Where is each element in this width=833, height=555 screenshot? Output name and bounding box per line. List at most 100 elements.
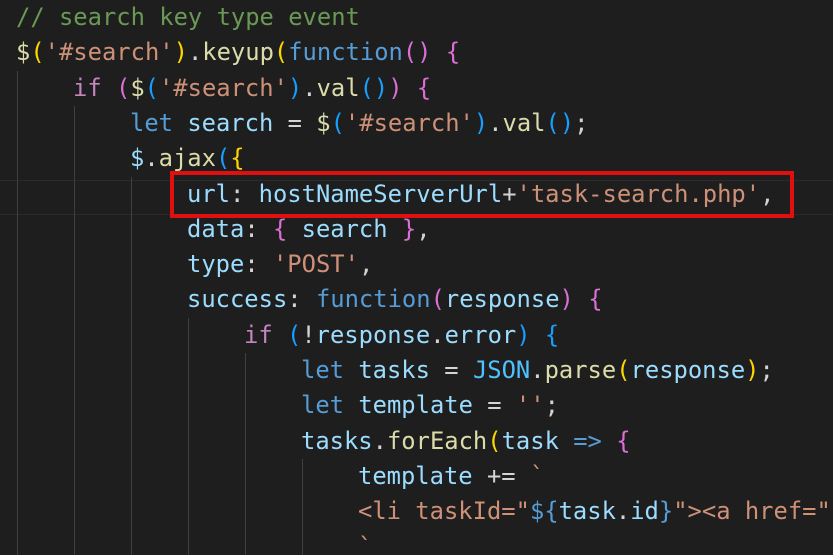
code-line: type: 'POST',	[187, 247, 373, 282]
code-token: (	[273, 38, 289, 67]
code-token: .	[530, 356, 545, 384]
code-token: =	[429, 356, 473, 384]
code-token: response	[444, 285, 560, 314]
code-token: +=	[472, 461, 530, 490]
code-token: .	[615, 497, 631, 526]
code-line: <li taskId="${task.id}"><a href="$	[358, 494, 833, 529]
code-token: =>	[573, 426, 602, 455]
code-token: "><a href="$	[673, 497, 833, 526]
code-token: .	[488, 108, 503, 137]
code-line: if (!response.error) {	[244, 318, 559, 353]
code-token: .	[372, 426, 387, 455]
code-line: $('#search').keyup(function() {	[16, 35, 460, 70]
indent-guide	[17, 71, 18, 555]
code-token: tasks	[358, 356, 430, 384]
code-token: <li taskId="	[358, 497, 530, 526]
code-token: (	[215, 144, 231, 173]
code-token: )	[516, 320, 531, 349]
code-token: )	[473, 108, 489, 137]
code-token: '#search'	[344, 108, 474, 137]
code-token: .	[430, 320, 445, 349]
code-token: val	[502, 108, 546, 137]
code-token: `	[358, 532, 373, 555]
code-token: $	[130, 73, 145, 102]
code-token: let	[301, 356, 344, 384]
code-token: (	[330, 108, 345, 137]
code-token: '#search'	[44, 38, 174, 67]
code-token: ,	[416, 214, 431, 243]
code-token: keyup	[202, 38, 274, 67]
code-token: type	[187, 250, 245, 279]
code-token: {	[416, 73, 432, 102]
indent-guide	[74, 106, 75, 555]
code-token: {	[272, 214, 288, 243]
code-editor[interactable]: // search key type event $('#search').ke…	[0, 0, 833, 555]
code-token: let	[130, 108, 173, 137]
code-line: let search = $('#search').val();	[130, 106, 589, 141]
code-token: (	[430, 285, 445, 314]
code-token: ()	[402, 38, 432, 67]
code-token: task	[501, 426, 559, 455]
code-token: {	[544, 320, 560, 349]
code-token: JSON	[472, 356, 531, 384]
code-token: .	[144, 144, 159, 173]
code-token: )	[173, 38, 188, 67]
code-token: ${	[529, 497, 559, 526]
code-token: ajax	[158, 144, 216, 173]
code-line: tasks.forEach(task => {	[301, 424, 631, 459]
code-token: :	[287, 285, 316, 314]
code-line: let template = '';	[301, 388, 559, 423]
code-token: =	[273, 108, 317, 137]
code-token: `	[529, 461, 545, 490]
code-token: response	[315, 320, 431, 349]
code-token: !	[301, 320, 316, 349]
code-token: ,	[358, 250, 374, 279]
code-token: ;	[544, 391, 559, 420]
code-token: }	[658, 497, 674, 526]
code-token: ()	[359, 73, 389, 102]
code-token: error	[444, 320, 517, 349]
code-token: (	[144, 73, 159, 102]
code-token: data	[187, 214, 245, 243]
code-token: {	[616, 426, 631, 455]
code-token: .	[187, 38, 203, 67]
code-token: )	[287, 73, 303, 102]
code-token: response	[630, 356, 746, 384]
indent-guide	[131, 177, 132, 555]
code-token: forEach	[386, 426, 488, 455]
code-token: ()	[545, 108, 575, 137]
code-token: search	[301, 214, 388, 243]
indent-guide	[245, 353, 246, 555]
code-token: parse	[544, 356, 617, 384]
highlight-box	[170, 171, 794, 218]
code-token: $	[130, 144, 145, 173]
code-token: )	[388, 73, 403, 102]
code-token: ;	[759, 356, 774, 384]
code-token: if	[73, 73, 102, 102]
indent-guide	[188, 318, 189, 555]
code-token: // search key type event	[16, 3, 360, 31]
code-token: {	[445, 38, 461, 67]
code-token: (	[487, 426, 502, 455]
code-token: {	[588, 285, 603, 314]
code-line: // search key type event	[16, 0, 360, 35]
code-token: {	[230, 144, 245, 173]
code-token: (	[286, 320, 302, 349]
code-line: template += `	[358, 459, 544, 494]
code-token: search	[187, 108, 274, 137]
code-token: template	[358, 391, 473, 420]
code-line: let tasks = JSON.parse(response);	[301, 353, 774, 388]
code-token: success	[187, 285, 288, 314]
code-token: 'POST'	[272, 250, 359, 279]
